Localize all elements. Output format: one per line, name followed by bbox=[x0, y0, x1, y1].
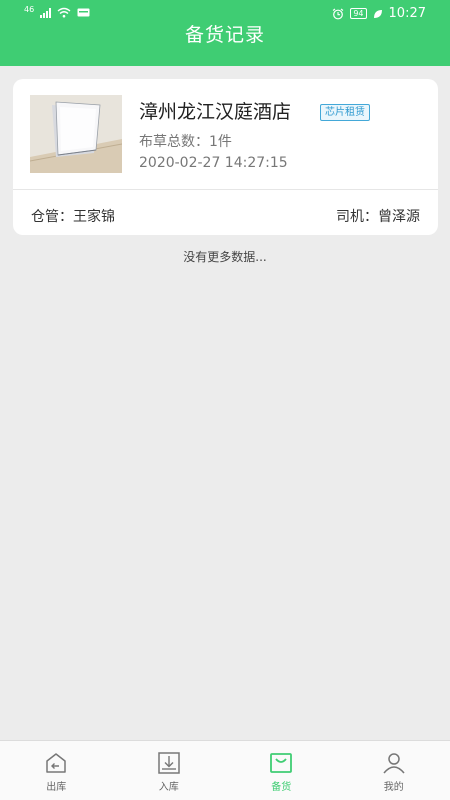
record-datetime: 2020-02-27 14:27:15 bbox=[139, 155, 288, 171]
leaf-icon bbox=[373, 9, 382, 18]
sim-card-icon bbox=[77, 8, 90, 17]
app-header: 46 94 10:27 备货记录 bbox=[0, 0, 450, 66]
linen-count: 布草总数：1件 bbox=[139, 134, 232, 150]
tab-label: 我的 bbox=[383, 782, 404, 793]
warehouse-keeper: 仓管：王家锦 bbox=[31, 209, 115, 225]
user-icon bbox=[383, 753, 405, 774]
status-time: 10:27 bbox=[388, 6, 426, 21]
wifi-icon bbox=[57, 7, 71, 18]
outbound-icon bbox=[46, 753, 66, 773]
tab-stock[interactable]: 备货 bbox=[225, 741, 338, 800]
tab-mine[interactable]: 我的 bbox=[338, 741, 450, 800]
tab-label: 出库 bbox=[46, 782, 67, 793]
card-divider bbox=[13, 189, 438, 190]
tab-outbound[interactable]: 出库 bbox=[0, 741, 113, 800]
inbound-icon bbox=[158, 752, 180, 774]
bottom-tab-bar: 出库 入库 备货 我的 bbox=[0, 740, 450, 800]
tab-label: 备货 bbox=[271, 782, 292, 793]
alarm-icon bbox=[333, 8, 344, 19]
tab-label: 入库 bbox=[158, 782, 179, 793]
stock-record-card[interactable]: 漳州龙江汉庭酒店 芯片租赁 布草总数：1件 2020-02-27 14:27:1… bbox=[13, 79, 438, 235]
rental-tag: 芯片租赁 bbox=[320, 104, 370, 121]
battery-icon: 94 bbox=[350, 8, 367, 19]
signal-icon bbox=[40, 7, 52, 18]
driver: 司机：曾泽源 bbox=[336, 209, 420, 225]
page-title: 备货记录 bbox=[184, 24, 265, 46]
network-tag: 46 bbox=[24, 5, 35, 14]
hotel-name: 漳州龙江汉庭酒店 bbox=[139, 101, 292, 123]
stock-bag-icon bbox=[270, 753, 293, 773]
pillow-image bbox=[30, 95, 122, 173]
tab-inbound[interactable]: 入库 bbox=[113, 741, 226, 800]
no-more-data: 没有更多数据... bbox=[183, 250, 267, 264]
